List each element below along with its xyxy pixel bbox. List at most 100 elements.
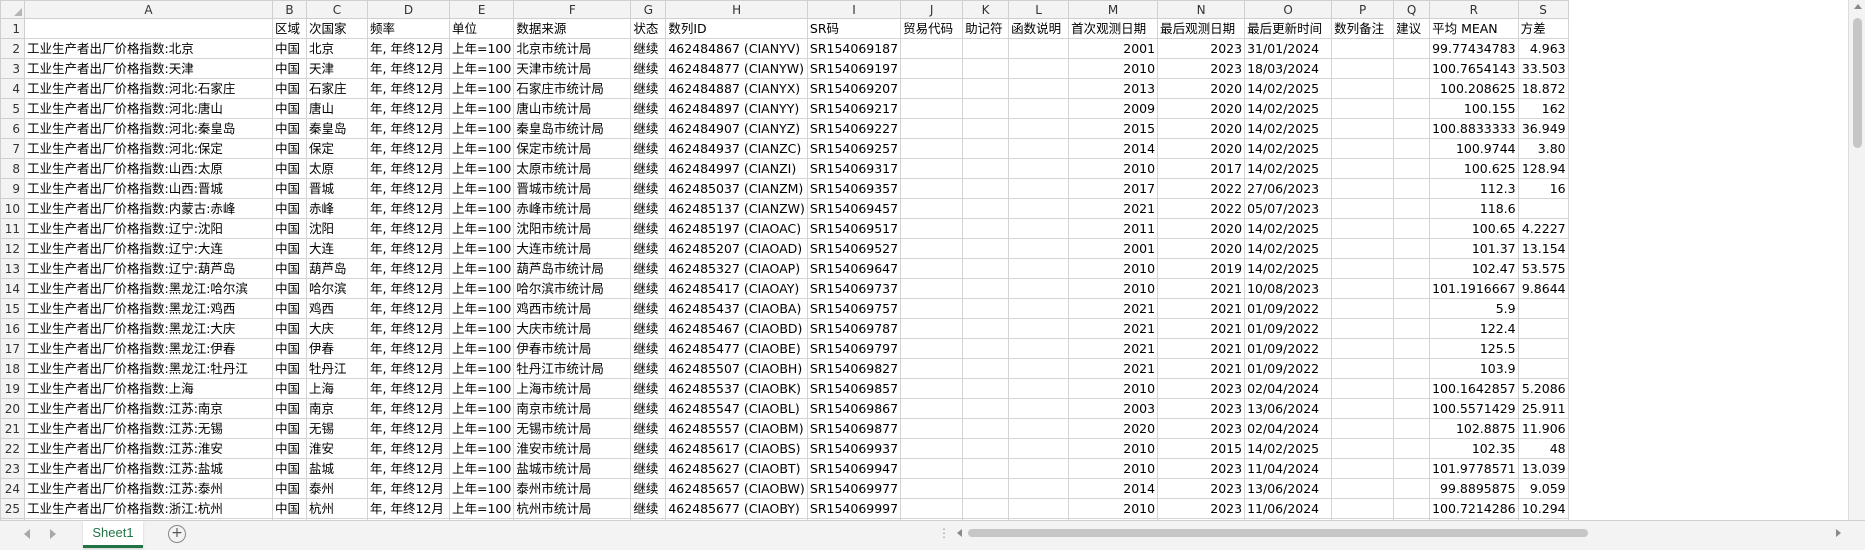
cell-n20[interactable]: 2023 [1157,398,1246,419]
cell-e6[interactable]: 上年=100 [448,118,515,139]
cell-f10[interactable]: 赤峰市统计局 [513,198,632,219]
cell-g1[interactable]: 状态 [630,18,667,39]
cell-o13[interactable]: 14/02/2025 [1244,258,1333,279]
cell-r22[interactable]: 102.35 [1429,438,1519,459]
cell-a19[interactable]: 工业生产者出厂价格指数:上海 [24,378,273,399]
cell-b11[interactable]: 中国 [272,218,307,239]
row-header[interactable]: 24 [0,478,25,499]
cell-g16[interactable]: 继续 [630,318,667,339]
cell-f17[interactable]: 伊春市统计局 [513,338,632,359]
cell-n9[interactable]: 2022 [1157,178,1246,199]
cell-k25[interactable] [962,498,1010,519]
cell-b7[interactable]: 中国 [272,138,307,159]
cell-b24[interactable]: 中国 [272,478,307,499]
cell-n10[interactable]: 2022 [1157,198,1246,219]
column-header-r[interactable]: R [1429,0,1519,19]
cell-m15[interactable]: 2021 [1068,298,1159,319]
cell-h18[interactable]: 462485507 (CIAOBH) [665,358,808,379]
cell-f20[interactable]: 南京市统计局 [513,398,632,419]
cell-c24[interactable]: 泰州 [306,478,368,499]
cell-a21[interactable]: 工业生产者出厂价格指数:江苏:无锡 [24,418,273,439]
cell-c1[interactable]: 次国家 [306,18,368,39]
cell-a24[interactable]: 工业生产者出厂价格指数:江苏:泰州 [24,478,273,499]
cell-s10[interactable] [1517,198,1569,219]
cell-h25[interactable]: 462485677 (CIAOBY) [665,498,808,519]
cell-a14[interactable]: 工业生产者出厂价格指数:黑龙江:哈尔滨 [24,278,273,299]
row-header[interactable]: 23 [0,458,25,479]
cell-b5[interactable]: 中国 [272,98,307,119]
cell-g23[interactable]: 继续 [630,458,667,479]
cell-h12[interactable]: 462485207 (CIAOAD) [665,238,808,259]
cell-n18[interactable]: 2021 [1157,358,1246,379]
cell-h22[interactable]: 462485617 (CIAOBS) [665,438,808,459]
cell-f6[interactable]: 秦皇岛市统计局 [513,118,632,139]
cell-n17[interactable]: 2021 [1157,338,1246,359]
add-sheet-icon[interactable]: + [168,525,186,543]
column-header-j[interactable]: J [900,0,964,19]
cell-d5[interactable]: 年, 年终12月 [367,98,450,119]
cell-e7[interactable]: 上年=100 [448,138,515,159]
cell-m22[interactable]: 2010 [1068,438,1159,459]
cell-n23[interactable]: 2023 [1157,458,1246,479]
cell-o20[interactable]: 13/06/2024 [1244,398,1333,419]
cell-r5[interactable]: 100.155 [1429,98,1519,119]
cell-n6[interactable]: 2020 [1157,118,1246,139]
row-header[interactable]: 17 [0,338,25,359]
cell-m13[interactable]: 2010 [1068,258,1159,279]
cell-g15[interactable]: 继续 [630,298,667,319]
cell-h17[interactable]: 462485477 (CIAOBE) [665,338,808,359]
cell-g21[interactable]: 继续 [630,418,667,439]
cell-m16[interactable]: 2021 [1068,318,1159,339]
cell-f9[interactable]: 晋城市统计局 [513,178,632,199]
cell-c7[interactable]: 保定 [306,138,368,159]
cell-l13[interactable] [1008,258,1070,279]
cell-i7[interactable]: SR154069257 [806,138,902,159]
cell-r12[interactable]: 101.37 [1429,238,1519,259]
cell-q11[interactable] [1393,218,1431,239]
cell-i17[interactable]: SR154069797 [806,338,902,359]
cell-n22[interactable]: 2015 [1157,438,1246,459]
cell-n2[interactable]: 2023 [1157,38,1246,59]
cell-e1[interactable]: 单位 [448,18,515,39]
cell-i24[interactable]: SR154069977 [806,478,902,499]
row-header[interactable]: 18 [0,358,25,379]
cell-p25[interactable] [1331,498,1395,519]
cell-j23[interactable] [900,458,964,479]
cell-f25[interactable]: 杭州市统计局 [513,498,632,519]
cell-s3[interactable]: 33.503 [1517,58,1569,79]
cell-k1[interactable]: 助记符 [962,18,1010,39]
cell-f15[interactable]: 鸡西市统计局 [513,298,632,319]
cell-f14[interactable]: 哈尔滨市统计局 [513,278,632,299]
cell-j3[interactable] [900,58,964,79]
cell-o3[interactable]: 18/03/2024 [1244,58,1333,79]
cell-j22[interactable] [900,438,964,459]
cell-r16[interactable]: 122.4 [1429,318,1519,339]
row-header[interactable]: 22 [0,438,25,459]
cell-l14[interactable] [1008,278,1070,299]
cell-q17[interactable] [1393,338,1431,359]
cell-p22[interactable] [1331,438,1395,459]
cell-i18[interactable]: SR154069827 [806,358,902,379]
cell-g25[interactable]: 继续 [630,498,667,519]
cell-l8[interactable] [1008,158,1070,179]
cell-l11[interactable] [1008,218,1070,239]
cell-a13[interactable]: 工业生产者出厂价格指数:辽宁:葫芦岛 [24,258,273,279]
cell-e11[interactable]: 上年=100 [448,218,515,239]
cell-b8[interactable]: 中国 [272,158,307,179]
cell-p18[interactable] [1331,358,1395,379]
cell-j16[interactable] [900,318,964,339]
cell-g2[interactable]: 继续 [630,38,667,59]
row-header[interactable]: 4 [0,78,25,99]
cell-n24[interactable]: 2023 [1157,478,1246,499]
cell-p10[interactable] [1331,198,1395,219]
cell-d3[interactable]: 年, 年终12月 [367,58,450,79]
cell-c20[interactable]: 南京 [306,398,368,419]
cell-l4[interactable] [1008,78,1070,99]
cell-d9[interactable]: 年, 年终12月 [367,178,450,199]
cell-m17[interactable]: 2021 [1068,338,1159,359]
cell-b20[interactable]: 中国 [272,398,307,419]
cell-b9[interactable]: 中国 [272,178,307,199]
column-header-q[interactable]: Q [1393,0,1431,19]
cell-k12[interactable] [962,238,1010,259]
column-header-d[interactable]: D [367,0,450,19]
